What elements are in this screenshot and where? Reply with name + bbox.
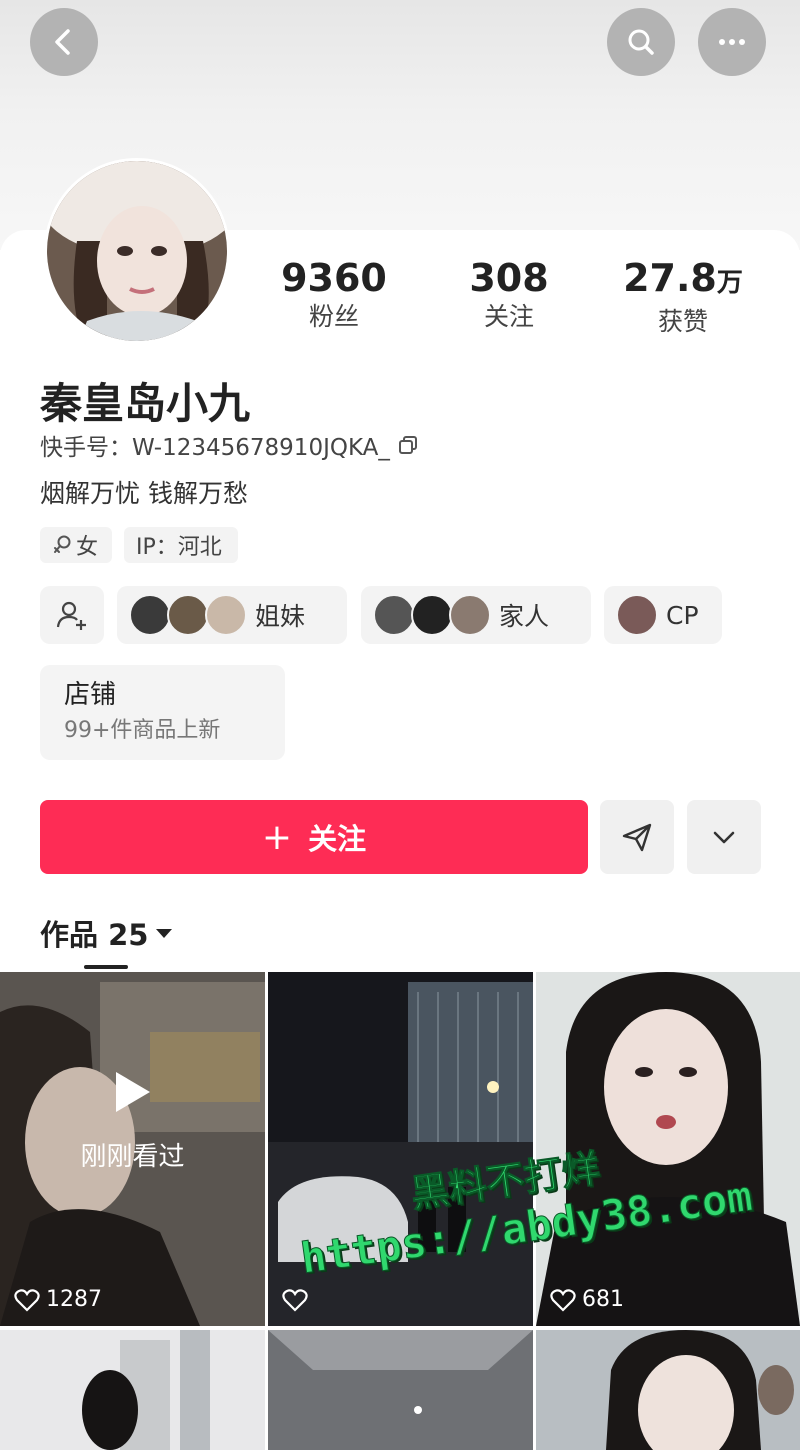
gender-tag: 女 xyxy=(40,527,112,563)
like-count-value: 681 xyxy=(582,1287,624,1312)
like-count: 681 xyxy=(550,1287,624,1312)
follow-button[interactable]: + 关注 xyxy=(40,800,588,874)
video-tile[interactable] xyxy=(268,1330,533,1450)
stat-label: 关注 xyxy=(483,302,534,331)
stat-value: 27.8万 xyxy=(623,256,743,300)
ip-tag: IP：河北 xyxy=(124,527,238,563)
more-button[interactable] xyxy=(698,8,766,76)
tab-indicator xyxy=(84,965,128,969)
stat-followers[interactable]: 9360 粉丝 xyxy=(254,256,414,334)
back-button[interactable] xyxy=(30,8,98,76)
avatar-image xyxy=(47,161,227,341)
user-id-text: 快手号：W-12345678910JQKA_ xyxy=(40,435,390,461)
relation-avatar xyxy=(373,594,415,636)
relation-avatar xyxy=(449,594,491,636)
relation-label: CP xyxy=(666,600,699,630)
stat-label: 获赞 xyxy=(657,307,708,336)
profile-name: 秦皇岛小九 xyxy=(40,379,251,428)
relation-label: 家人 xyxy=(499,602,550,631)
video-thumbnail xyxy=(536,1330,800,1450)
heart-icon xyxy=(550,1288,576,1312)
message-button[interactable] xyxy=(600,800,674,874)
like-count-value: 1287 xyxy=(46,1287,102,1312)
stat-label: 粉丝 xyxy=(308,302,359,331)
caret-down-icon xyxy=(156,928,173,938)
chevron-left-icon xyxy=(55,29,70,55)
shop-card[interactable]: 店铺 99+件商品上新 xyxy=(40,665,285,760)
video-tile[interactable] xyxy=(0,1330,265,1450)
more-dots-icon xyxy=(719,39,745,45)
stat-following[interactable]: 308 关注 xyxy=(429,256,589,334)
chevron-down-icon xyxy=(713,831,735,844)
copy-icon[interactable] xyxy=(398,435,418,455)
user-id: 快手号：W-12345678910JQKA_ xyxy=(40,428,418,462)
expand-button[interactable] xyxy=(687,800,761,874)
video-thumbnail xyxy=(0,1330,265,1450)
relation-chip-family[interactable]: 家人 xyxy=(361,586,591,644)
relation-avatar xyxy=(129,594,171,636)
tab-works[interactable]: 作品 25 xyxy=(40,912,173,954)
follow-label: 关注 xyxy=(308,822,367,856)
search-button[interactable] xyxy=(607,8,675,76)
works-label: 作品 25 xyxy=(40,918,149,952)
relation-chip-sisters[interactable]: 姐妹 xyxy=(117,586,347,644)
relation-label: 姐妹 xyxy=(255,602,306,631)
stat-likes[interactable]: 27.8万 获赞 xyxy=(603,256,763,339)
recently-viewed-label: 刚刚看过 xyxy=(80,1142,185,1172)
bio: 烟解万忧 钱解万愁 xyxy=(40,479,248,508)
relation-avatar xyxy=(205,594,247,636)
play-icon xyxy=(115,1072,150,1112)
relation-avatar xyxy=(411,594,453,636)
add-user-icon xyxy=(56,601,86,630)
relation-avatar xyxy=(616,594,658,636)
video-thumbnail xyxy=(268,1330,533,1450)
stat-value: 9360 xyxy=(281,256,387,300)
like-count xyxy=(282,1288,314,1312)
like-count: 1287 xyxy=(14,1287,102,1312)
female-icon xyxy=(54,535,71,553)
plus-icon: + xyxy=(261,816,293,858)
video-tile[interactable]: 刚刚看过 1287 xyxy=(0,972,265,1326)
send-icon xyxy=(622,823,652,852)
add-friend-button[interactable] xyxy=(40,586,104,644)
shop-title: 店铺 xyxy=(64,680,117,710)
stat-value: 308 xyxy=(469,256,549,300)
relation-avatar xyxy=(167,594,209,636)
heart-icon xyxy=(282,1289,308,1312)
search-icon xyxy=(628,29,654,55)
video-tile[interactable] xyxy=(536,1330,800,1450)
play-overlay: 刚刚看过 xyxy=(0,1072,265,1173)
avatar[interactable] xyxy=(44,158,230,344)
shop-subtitle: 99+件商品上新 xyxy=(64,718,221,743)
heart-icon xyxy=(14,1288,40,1312)
relation-chip-cp[interactable]: CP xyxy=(604,586,722,644)
gender-label: 女 xyxy=(76,535,99,560)
